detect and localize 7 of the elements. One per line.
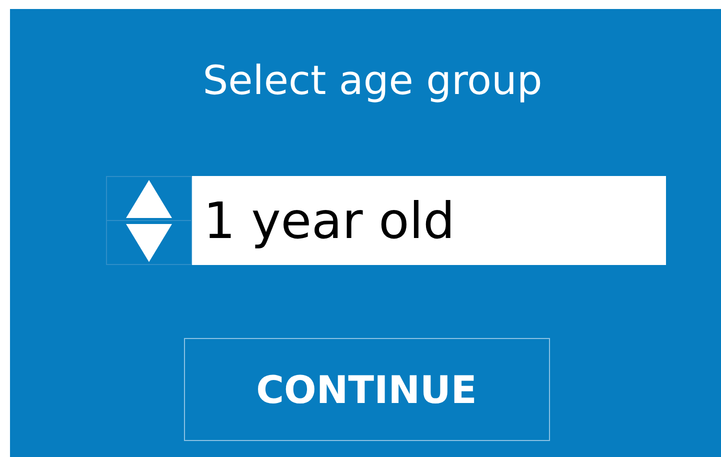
continue-button[interactable]: CONTINUE (184, 338, 550, 441)
spinner[interactable] (106, 176, 192, 265)
decrement-button[interactable] (106, 220, 190, 264)
down-triangle-icon (126, 224, 172, 262)
age-field[interactable]: 1 year old (192, 176, 666, 265)
up-triangle-icon (126, 180, 172, 218)
page-title: Select age group (202, 57, 542, 106)
